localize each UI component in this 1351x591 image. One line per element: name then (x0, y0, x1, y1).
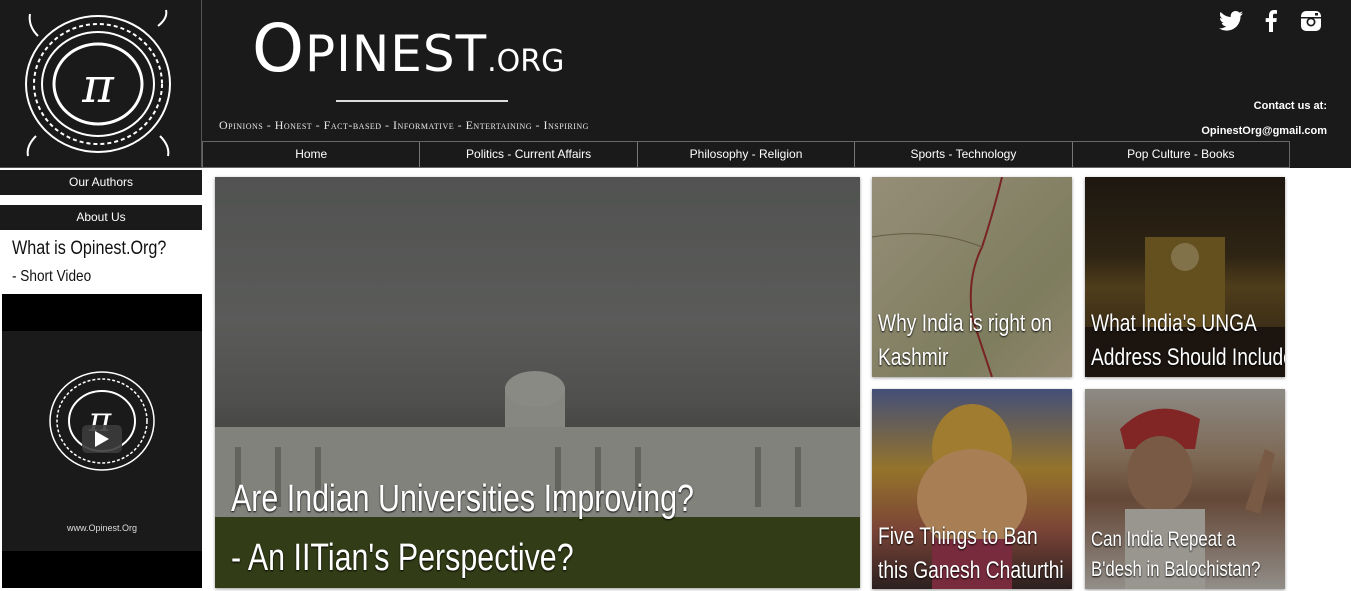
main-nav: Home Politics - Current Affairs Philosop… (202, 141, 1290, 168)
kashmir-article-tile[interactable]: Why India is right on Kashmir (872, 177, 1072, 377)
social-links (1219, 9, 1323, 33)
brand-name-rest: PINEST (304, 25, 488, 83)
our-authors-button[interactable]: Our Authors (0, 170, 202, 195)
featured-article-title-line2: - An IITian's Perspective? (231, 537, 574, 579)
nav-item-politics[interactable]: Politics - Current Affairs (419, 142, 636, 167)
twitter-icon[interactable] (1219, 9, 1243, 33)
facebook-icon[interactable] (1259, 9, 1283, 33)
unga-title-line2: Address Should Include (1091, 344, 1285, 371)
nav-item-philosophy[interactable]: Philosophy - Religion (636, 142, 854, 167)
balochistan-title-line1: Can India Repeat a (1091, 528, 1236, 551)
unga-title-line1: What India's UNGA (1091, 310, 1257, 337)
balochistan-title-line2: B'desh in Balochistan? (1091, 558, 1261, 581)
site-logo[interactable]: π (0, 0, 202, 168)
brand-suffix: .ORG (487, 44, 565, 79)
brand-title[interactable]: OPINEST.ORG (252, 10, 564, 87)
kashmir-title-line2: Kashmir (878, 344, 949, 371)
nav-item-pop-culture[interactable]: Pop Culture - Books (1071, 142, 1289, 167)
ganesh-title-line1: Five Things to Ban (878, 523, 1038, 550)
contact-info: Contact us at: OpinestOrg@gmail.com (1201, 94, 1327, 144)
pi-symbol: π (81, 58, 115, 114)
kashmir-title-line1: Why India is right on (878, 310, 1052, 337)
about-us-button[interactable]: About Us (0, 205, 202, 230)
brand-initial: O (252, 10, 305, 87)
nav-item-sports[interactable]: Sports - Technology (854, 142, 1071, 167)
balochistan-article-tile[interactable]: Can India Repeat a B'desh in Balochistan… (1085, 389, 1285, 589)
wreath-logo-icon: π (25, 9, 171, 157)
video-title: What is Opinest.Org? (12, 238, 167, 259)
video-subtitle: - Short Video (12, 268, 92, 285)
play-icon (95, 431, 109, 447)
video-url-text: www.Opinest.Org (66, 523, 138, 533)
intro-video-player[interactable]: π www.Opinest.Org (2, 294, 202, 588)
contact-label: Contact us at: (1253, 100, 1327, 112)
featured-article-title-line1: Are Indian Universities Improving? (231, 478, 694, 520)
instagram-icon[interactable] (1299, 9, 1323, 33)
tagline: Opinions - Honest - Fact-based - Informa… (219, 118, 589, 132)
brand-underline (336, 100, 508, 102)
nav-item-home[interactable]: Home (203, 142, 419, 167)
ganesh-article-tile[interactable]: Five Things to Ban this Ganesh Chaturthi (872, 389, 1072, 589)
ganesh-title-line2: this Ganesh Chaturthi (878, 557, 1064, 584)
unga-article-tile[interactable]: What India's UNGA Address Should Include (1085, 177, 1285, 377)
video-frame: π www.Opinest.Org (2, 331, 202, 551)
wreath-logo-icon: π (49, 371, 155, 471)
play-button[interactable] (82, 425, 122, 453)
featured-article-tile[interactable]: Are Indian Universities Improving? - An … (215, 177, 860, 588)
